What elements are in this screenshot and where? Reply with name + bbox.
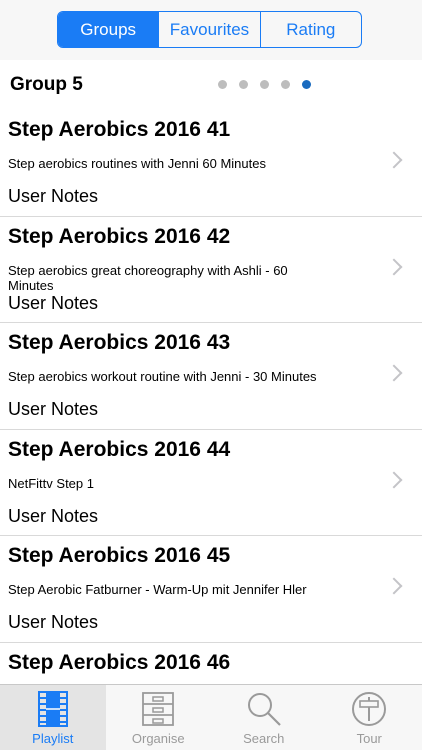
item-description: NetFittv Step 1 xyxy=(8,475,94,491)
tab-label: Organise xyxy=(131,731,185,746)
item-description: Step aerobics workout routine with Jenni… xyxy=(8,369,317,384)
segmented-control: Groups Favourites Rating xyxy=(57,11,362,48)
item-description: Step aerobics routines with Jenni 60 Min… xyxy=(8,156,266,171)
list-item[interactable]: Step Aerobics 2016 44 NetFittv Step 1 Us… xyxy=(0,430,422,536)
tab-label: Playlist xyxy=(32,731,74,746)
item-title: Step Aerobics 2016 42 xyxy=(8,224,231,248)
magnifier-icon xyxy=(247,693,281,726)
group-header: Group 5 xyxy=(0,60,422,110)
item-title: Step Aerobics 2016 46 xyxy=(8,650,231,674)
list-item[interactable]: Step Aerobics 2016 45 Step Aerobic Fatbu… xyxy=(0,536,422,643)
tab-label: Search xyxy=(243,731,285,746)
tab-bar: Playlist Organise Search Tour xyxy=(0,684,422,750)
list-item[interactable]: Step Aerobics 2016 43 Step aerobics work… xyxy=(0,323,422,430)
item-notes: User Notes xyxy=(8,399,99,419)
tab-label: Tour xyxy=(356,731,382,746)
chevron-right-icon xyxy=(385,258,403,275)
item-notes: User Notes xyxy=(8,612,99,632)
segment-rating[interactable]: Rating xyxy=(261,12,361,47)
signpost-icon xyxy=(352,692,387,726)
list-item[interactable]: Step Aerobics 2016 42 Step aerobics grea… xyxy=(0,217,422,323)
chevron-right-icon xyxy=(385,364,403,382)
item-description: Step Aerobic Fatburner - Warm-Up mit Jen… xyxy=(8,582,307,597)
chevron-right-icon xyxy=(385,151,403,169)
group-title: Group 5 xyxy=(10,74,83,95)
tab-playlist[interactable]: Playlist xyxy=(0,685,106,750)
page-dot-5[interactable] xyxy=(302,80,311,89)
item-title: Step Aerobics 2016 41 xyxy=(8,118,231,141)
item-notes: User Notes xyxy=(8,186,99,206)
item-notes: User Notes xyxy=(8,292,99,313)
cabinet-icon xyxy=(142,692,175,726)
tab-organise[interactable]: Organise xyxy=(106,685,212,750)
page-dot-3[interactable] xyxy=(260,80,269,89)
chevron-right-icon xyxy=(385,471,403,488)
film-strip-icon xyxy=(37,691,68,727)
tab-tour[interactable]: Tour xyxy=(317,685,422,750)
page-dot-4[interactable] xyxy=(281,80,290,89)
playlist-list: Step Aerobics 2016 41 Step aerobics rout… xyxy=(0,110,422,749)
page-dot-2[interactable] xyxy=(239,80,248,89)
item-notes: User Notes xyxy=(8,505,99,526)
page-indicator[interactable] xyxy=(218,80,311,89)
chevron-right-icon xyxy=(385,577,403,595)
tab-search[interactable]: Search xyxy=(211,685,317,750)
item-title: Step Aerobics 2016 45 xyxy=(8,544,231,567)
segment-groups[interactable]: Groups xyxy=(58,12,160,47)
top-bar: Groups Favourites Rating xyxy=(0,0,422,60)
item-title: Step Aerobics 2016 44 xyxy=(8,437,231,461)
segment-favourites[interactable]: Favourites xyxy=(159,12,261,47)
list-item[interactable]: Step Aerobics 2016 41 Step aerobics rout… xyxy=(0,110,422,217)
item-title: Step Aerobics 2016 43 xyxy=(8,331,231,354)
item-description: Step aerobics great choreography with As… xyxy=(8,262,288,293)
page-dot-1[interactable] xyxy=(218,80,227,89)
